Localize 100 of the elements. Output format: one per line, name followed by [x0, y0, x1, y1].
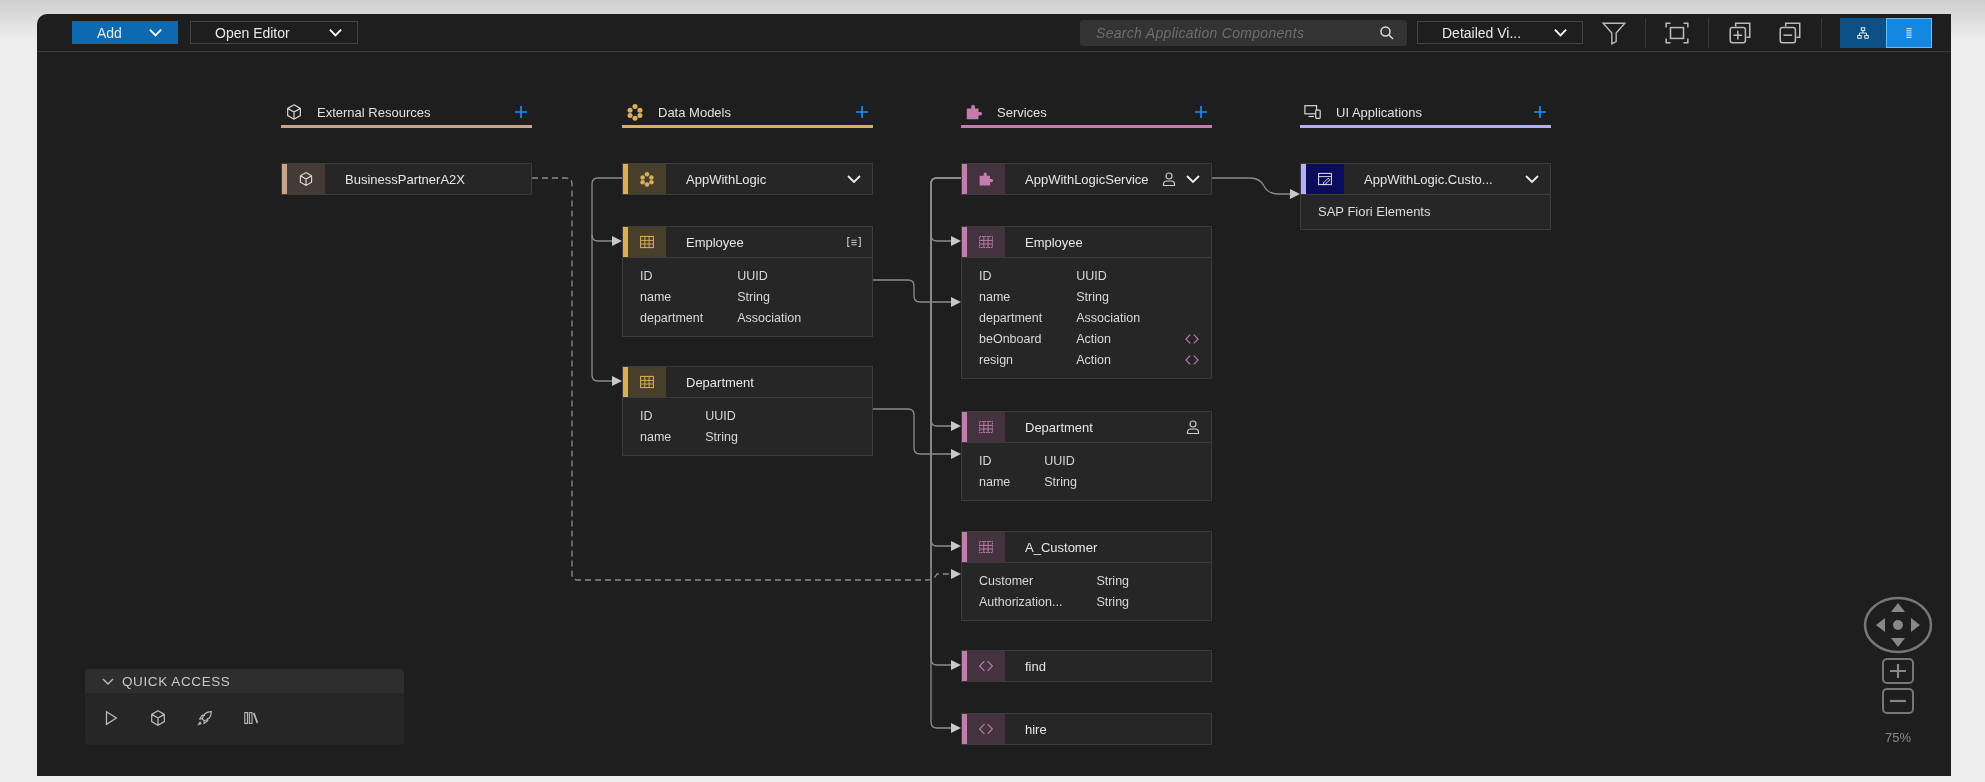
column-title: External Resources [317, 104, 432, 120]
field-name: resign [979, 351, 1015, 369]
devices-icon [1304, 103, 1322, 121]
cube-icon[interactable] [149, 709, 167, 727]
field-name: name [979, 288, 1012, 306]
field-name: ID [979, 267, 993, 285]
table-icon [639, 234, 655, 250]
field-type: Action [1076, 330, 1112, 348]
field-name: name [640, 428, 672, 446]
field-type: String [1096, 572, 1131, 590]
node-title: BusinessPartnerA2X [345, 171, 466, 187]
node-title: find [1025, 658, 1047, 674]
list-icon[interactable] [846, 234, 862, 250]
column-title: Services [997, 104, 1048, 120]
node-card[interactable]: Department ID UUID name String [622, 366, 873, 456]
field-name: name [640, 288, 673, 306]
node-card[interactable]: find [961, 650, 1212, 682]
code-icon[interactable] [1185, 352, 1199, 367]
node-card[interactable]: hire [961, 713, 1212, 745]
node-title: Department [686, 374, 755, 390]
field-type: UUID [737, 267, 769, 285]
color-stripe [623, 164, 628, 194]
code-icon[interactable] [1185, 331, 1199, 346]
table-icon [639, 374, 655, 390]
node-title: AppWithLogicService [1025, 171, 1150, 187]
node-title: AppWithLogic.Custo... [1364, 171, 1494, 187]
color-stripe [623, 367, 628, 397]
column-title: Data Models [658, 104, 732, 120]
node-card[interactable]: Department ID UUID name String [961, 411, 1212, 501]
field-name: ID [640, 407, 654, 425]
rocket-icon[interactable] [196, 709, 214, 727]
field-name: name [979, 473, 1011, 491]
node-card[interactable]: A_Customer Customer String Authorization... String [961, 531, 1212, 621]
node-card[interactable]: Employee ID UUID name String department Association [622, 226, 873, 337]
search-field[interactable]: Search Application Components [1080, 19, 1407, 46]
color-stripe [623, 227, 628, 257]
column-title: UI Applications [1336, 104, 1423, 120]
open-editor-button[interactable]: Open Editor [190, 21, 358, 44]
field-type: Association [1076, 309, 1142, 327]
add-icon[interactable] [1533, 105, 1547, 119]
expand-all-icon[interactable] [1727, 19, 1753, 46]
list-view-button[interactable] [1886, 17, 1932, 48]
field-type: String [1044, 473, 1078, 491]
field-type: String [737, 288, 771, 306]
puzzle-icon [978, 171, 994, 187]
field-name: beOnboard [979, 330, 1043, 348]
field-name: department [640, 309, 704, 327]
color-stripe [962, 532, 967, 562]
zoom-in-button[interactable] [1882, 658, 1914, 684]
view-dropdown[interactable]: Detailed Vi... [1417, 21, 1583, 44]
field-name: Customer [979, 572, 1035, 590]
node-card[interactable]: AppWithLogicService [961, 163, 1212, 195]
color-stripe [1301, 164, 1306, 194]
cube-icon [298, 171, 314, 187]
table-icon [978, 234, 994, 250]
field-name: Authorization... [979, 593, 1063, 611]
quick-access-header[interactable]: QUICK ACCESS [85, 669, 404, 693]
add-icon[interactable] [1194, 105, 1208, 119]
node-title: A_Customer [1025, 539, 1099, 555]
search-icon[interactable] [1379, 24, 1395, 41]
app-icon [1317, 171, 1333, 187]
color-stripe [962, 651, 967, 681]
node-card[interactable]: AppWithLogic.Custo... SAP Fiori Elements [1300, 163, 1551, 230]
node-title: hire [1025, 721, 1048, 737]
node-title: AppWithLogic [686, 171, 768, 187]
user-icon[interactable] [1185, 419, 1201, 435]
table-icon [978, 419, 994, 435]
node-title: Department [1025, 419, 1094, 435]
hexagon-cluster-icon [639, 171, 655, 187]
add-icon[interactable] [855, 105, 869, 119]
node-title: Employee [1025, 234, 1084, 250]
field-type: Association [737, 309, 803, 327]
color-stripe [962, 164, 967, 194]
field-name: ID [640, 267, 654, 285]
library-icon[interactable] [243, 709, 261, 727]
hexagon-cluster-icon [626, 103, 644, 121]
field-type: String [1076, 288, 1110, 306]
field-name: department [979, 309, 1043, 327]
add-button[interactable]: Add [72, 21, 178, 44]
add-icon[interactable] [514, 105, 528, 119]
collapse-all-icon[interactable] [1777, 19, 1803, 46]
user-icon[interactable] [1161, 171, 1177, 187]
node-card[interactable]: AppWithLogic [622, 163, 873, 195]
field-type: Action [1076, 351, 1112, 369]
field-type: UUID [705, 407, 737, 425]
field-name: ID [979, 452, 993, 470]
node-card[interactable]: BusinessPartnerA2X [281, 163, 532, 195]
table-icon [978, 539, 994, 555]
code-icon [978, 721, 994, 737]
pan-control[interactable] [1863, 596, 1933, 654]
diagram-view-button[interactable] [1840, 17, 1886, 48]
field-type: UUID [1076, 267, 1108, 285]
zoom-level: 75% [1885, 730, 1911, 745]
cube-icon [285, 103, 303, 121]
code-icon [978, 658, 994, 674]
node-card[interactable]: Employee ID UUID name String department Association beOnboard Action resign Action [961, 226, 1212, 379]
zoom-out-button[interactable] [1882, 688, 1914, 714]
fit-screen-icon[interactable] [1664, 19, 1690, 46]
field-type: UUID [1044, 452, 1076, 470]
node-title: Employee [686, 234, 745, 250]
